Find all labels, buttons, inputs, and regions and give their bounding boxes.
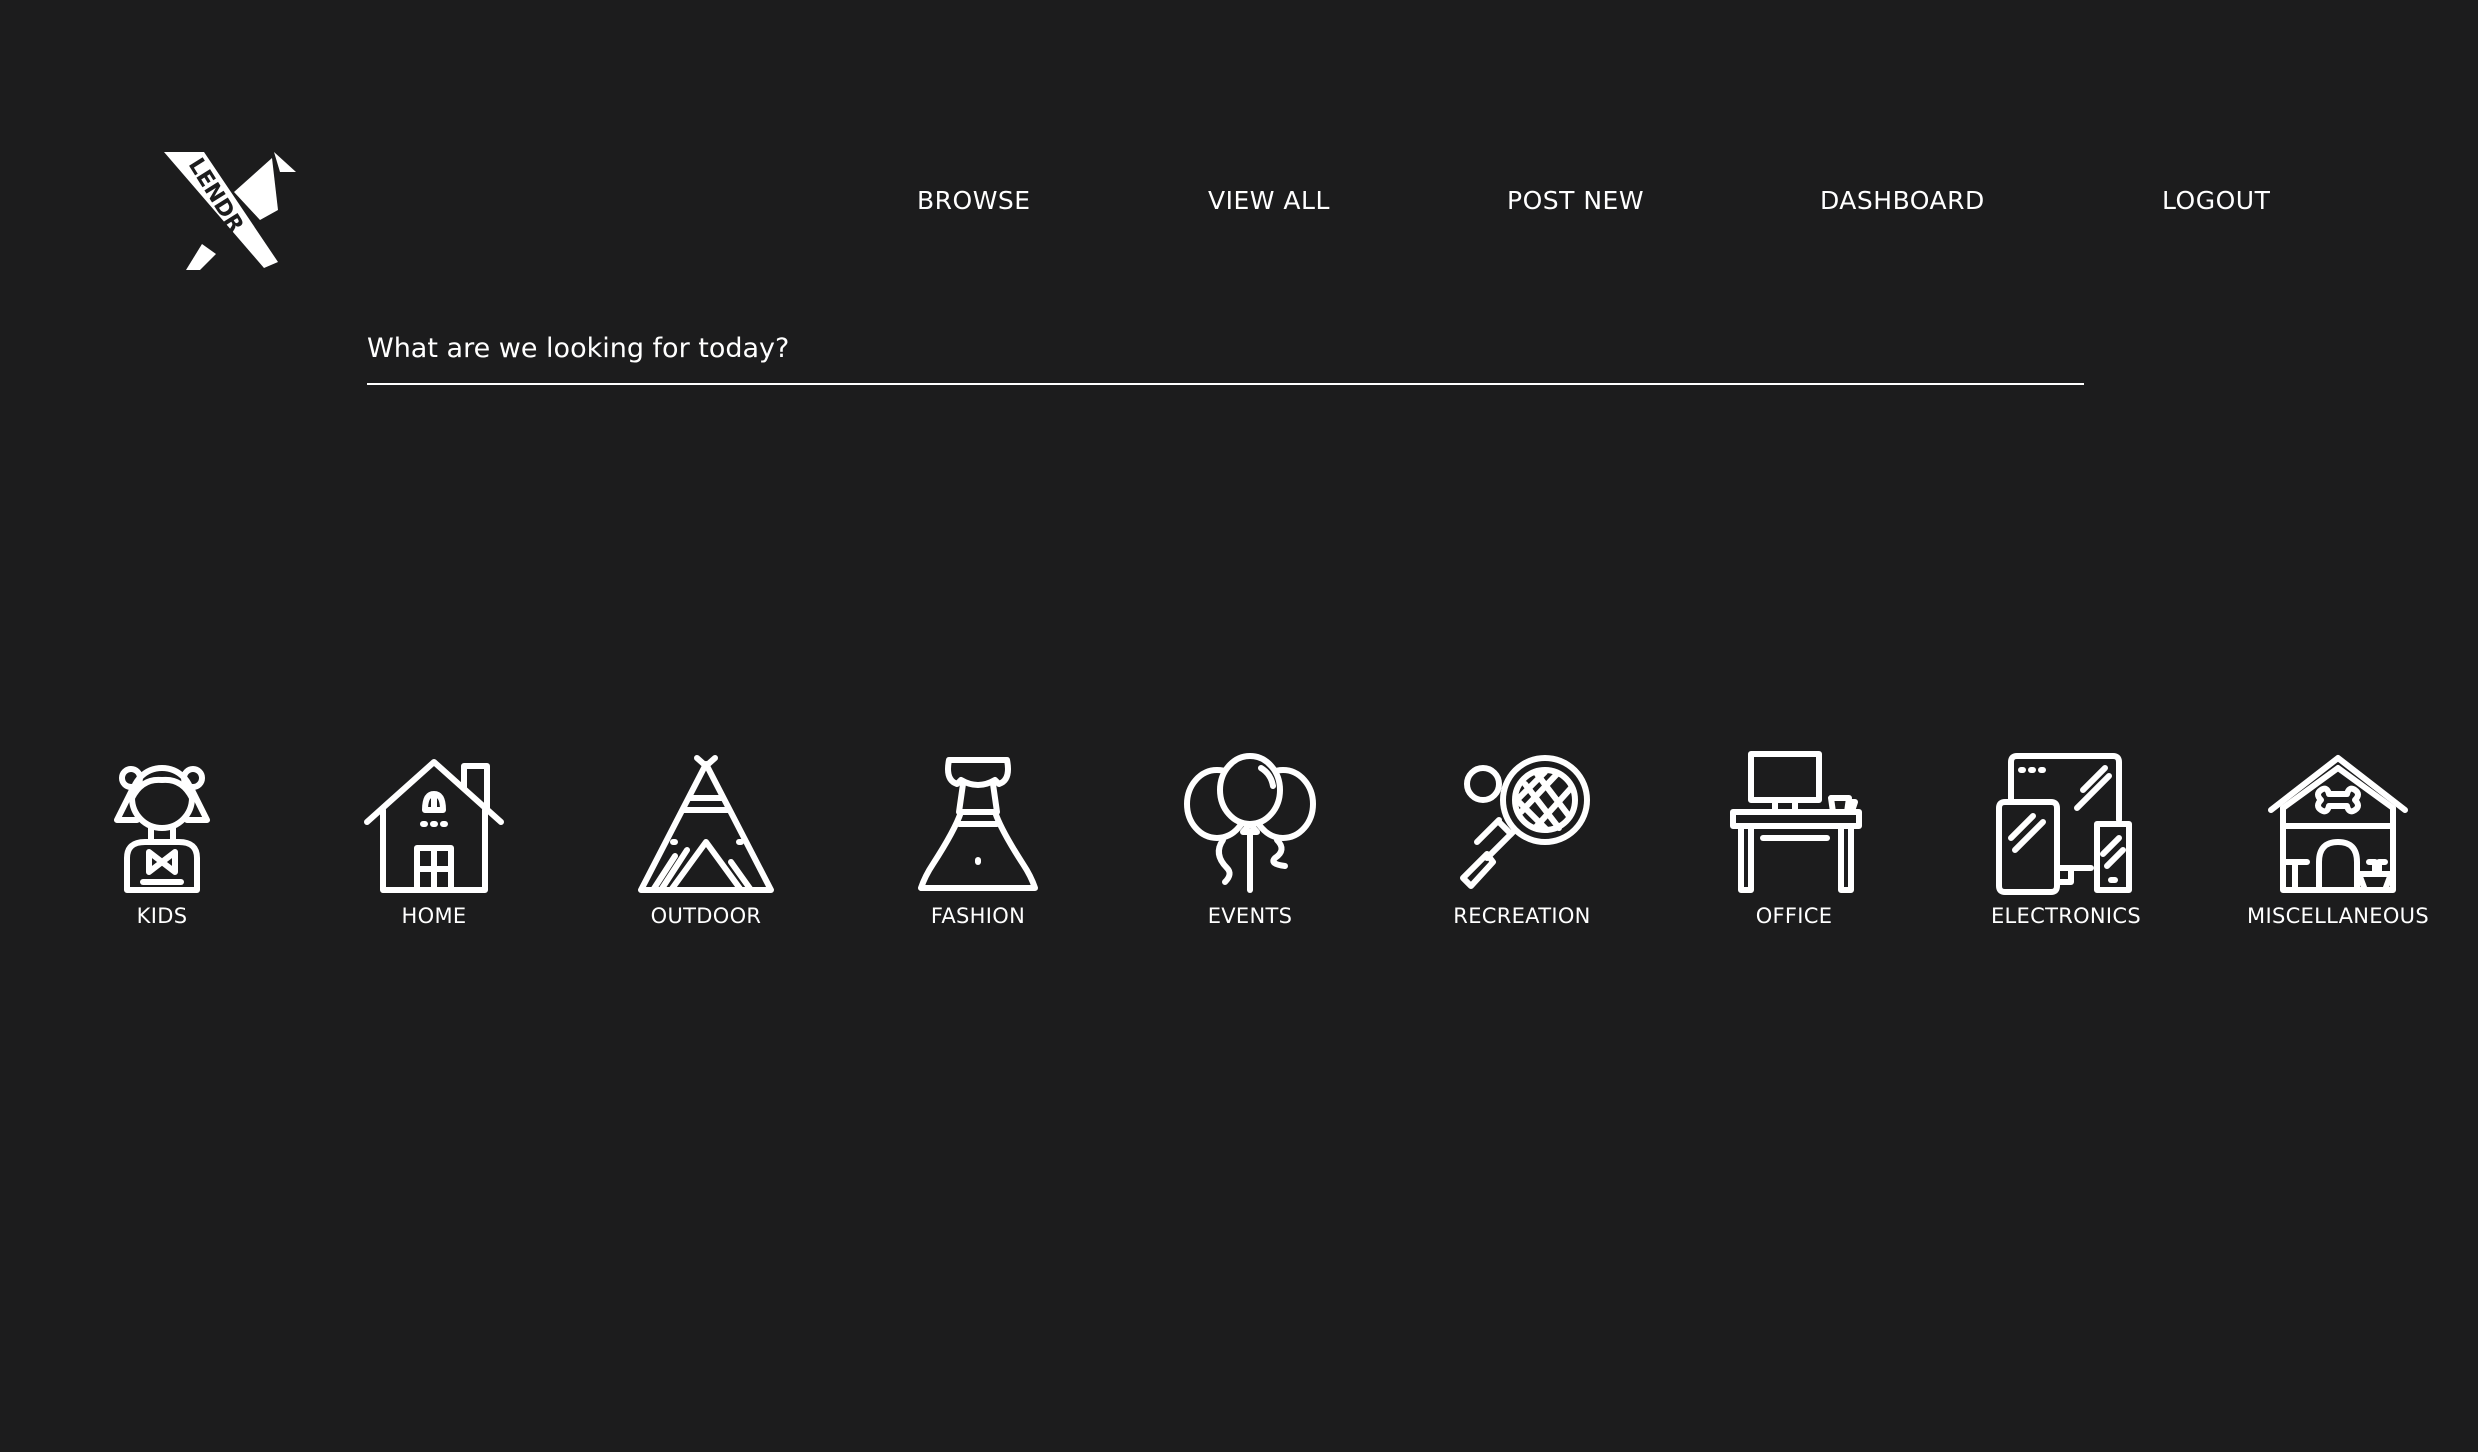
doghouse-icon — [2263, 750, 2413, 898]
category-electronics[interactable]: ELECTRONICS — [1966, 750, 2166, 928]
devices-icon — [1991, 750, 2141, 898]
main-nav: BROWSE VIEW ALL POST NEW DASHBOARD LOGOU… — [0, 186, 2478, 226]
category-label: RECREATION — [1453, 904, 1591, 928]
nav-browse[interactable]: BROWSE — [917, 186, 1031, 215]
tent-icon — [631, 750, 781, 898]
nav-post-new[interactable]: POST NEW — [1507, 186, 1644, 215]
category-label: KIDS — [136, 904, 188, 928]
category-fashion[interactable]: FASHION — [878, 750, 1078, 928]
kids-icon — [87, 750, 237, 898]
category-miscellaneous[interactable]: MISCELLANEOUS — [2238, 750, 2438, 928]
search-bar — [367, 325, 2084, 385]
category-home[interactable]: HOME — [334, 750, 534, 928]
category-label: OUTDOOR — [650, 904, 762, 928]
category-outdoor[interactable]: OUTDOOR — [606, 750, 806, 928]
desk-icon — [1719, 750, 1869, 898]
category-events[interactable]: EVENTS — [1150, 750, 1350, 928]
dress-icon — [903, 750, 1053, 898]
nav-view-all[interactable]: VIEW ALL — [1208, 186, 1330, 215]
category-kids[interactable]: KIDS — [62, 750, 262, 928]
category-list: KIDS HOME OUTDOOR FASHION EVENTS RECREAT… — [0, 750, 2478, 940]
nav-logout[interactable]: LOGOUT — [2162, 186, 2270, 215]
balloons-icon — [1175, 750, 1325, 898]
nav-dashboard[interactable]: DASHBOARD — [1820, 186, 1985, 215]
house-icon — [359, 750, 509, 898]
category-recreation[interactable]: RECREATION — [1422, 750, 1622, 928]
category-label: ELECTRONICS — [1990, 904, 2142, 928]
category-label: HOME — [401, 904, 467, 928]
tennis-racket-icon — [1447, 750, 1597, 898]
search-input[interactable] — [367, 325, 2084, 364]
category-office[interactable]: OFFICE — [1694, 750, 1894, 928]
category-label: FASHION — [930, 904, 1026, 928]
category-label: EVENTS — [1207, 904, 1293, 928]
category-label: MISCELLANEOUS — [2247, 904, 2429, 928]
category-label: OFFICE — [1755, 904, 1833, 928]
